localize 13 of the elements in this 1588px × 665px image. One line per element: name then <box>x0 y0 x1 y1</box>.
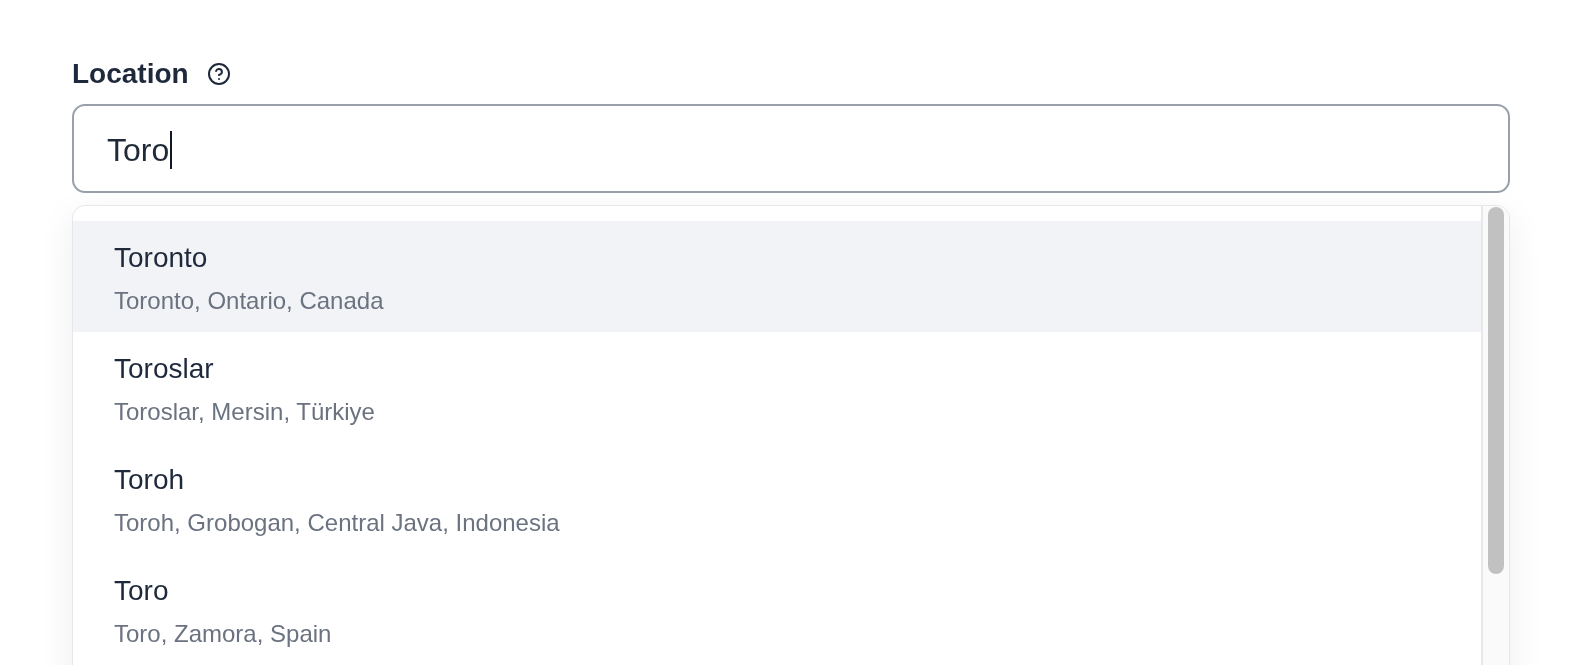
help-icon[interactable] <box>206 62 231 86</box>
suggestion-item[interactable]: Toronto Toronto, Ontario, Canada <box>73 221 1481 332</box>
suggestion-detail: Toro, Zamora, Spain <box>114 619 332 649</box>
suggestion-name: Toroh <box>114 463 185 497</box>
suggestion-detail: Toroslar, Mersin, Türkiye <box>114 397 375 427</box>
scrollbar-thumb[interactable] <box>1488 207 1504 574</box>
suggestion-detail: Toronto, Ontario, Canada <box>114 286 384 316</box>
suggestion-detail: Toroh, Grobogan, Central Java, Indonesia <box>114 508 560 538</box>
location-input[interactable]: Toro <box>72 104 1510 193</box>
suggestion-name: Toroslar <box>114 352 214 386</box>
suggestion-name: Toro <box>114 574 169 608</box>
field-label: Location <box>72 57 189 91</box>
suggestion-name: Toronto <box>114 241 208 275</box>
